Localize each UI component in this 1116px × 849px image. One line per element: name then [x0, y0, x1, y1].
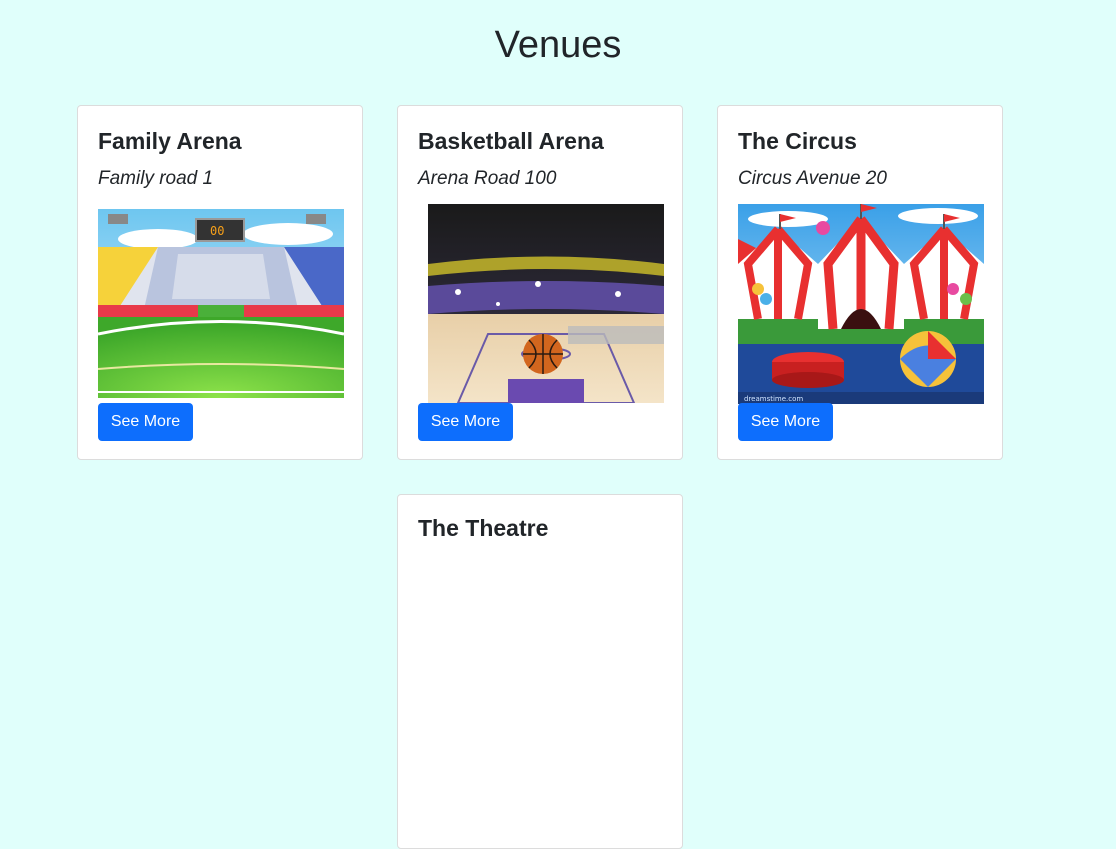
see-more-button[interactable]: See More: [418, 403, 513, 441]
venue-name: Family Arena: [98, 128, 242, 154]
venue-name: Basketball Arena: [418, 128, 604, 154]
venue-card-family-arena: Family Arena Family road 1 00 See More: [77, 105, 363, 460]
venue-address: Circus Avenue 20: [738, 168, 887, 189]
see-more-button[interactable]: See More: [98, 403, 193, 441]
venue-card-the-circus: The Circus Circus Avenue 20 dreamstime.c…: [717, 105, 1003, 460]
venue-card-the-theatre: The Theatre: [397, 494, 683, 849]
venue-card-basketball-arena: Basketball Arena Arena Road 100 See More: [397, 105, 683, 460]
venue-address: Family road 1: [98, 168, 214, 189]
see-more-button[interactable]: See More: [738, 403, 833, 441]
venue-address: Arena Road 100: [418, 168, 557, 189]
svg-text:dreamstime.com: dreamstime.com: [744, 395, 803, 403]
venue-name: The Circus: [738, 128, 857, 154]
stadium-image: 00: [98, 209, 344, 398]
svg-text:00: 00: [210, 224, 224, 238]
circus-tents-image: dreamstime.com: [738, 204, 984, 404]
basketball-court-image: [428, 204, 664, 403]
page-title: Venues: [494, 24, 622, 66]
